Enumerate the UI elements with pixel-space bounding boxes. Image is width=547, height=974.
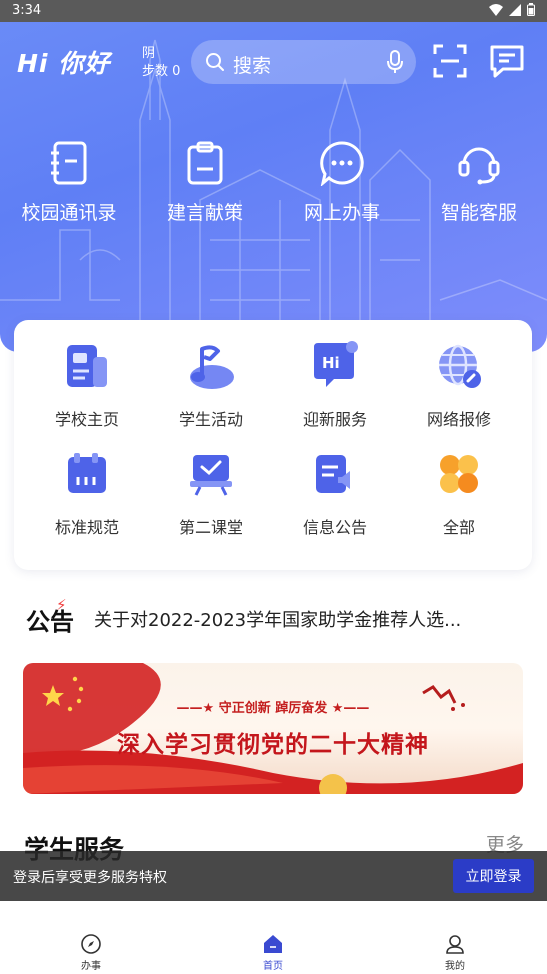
quick-action-label: 校园通讯录 <box>21 202 117 224</box>
announcement-icon <box>316 455 350 493</box>
lightning-icon: ⚡ <box>56 596 67 614</box>
search-placeholder: 搜索 <box>233 55 272 77</box>
service-announcement[interactable]: 信息公告 <box>273 446 397 538</box>
nav-label: 办事 <box>81 961 101 972</box>
service-network-repair[interactable]: 网络报修 <box>397 338 521 430</box>
welcome-service-icon: Hi <box>314 341 358 387</box>
scan-icon[interactable] <box>433 44 467 78</box>
service-welcome[interactable]: Hi 迎新服务 <box>273 338 397 430</box>
second-classroom-icon <box>190 455 232 496</box>
notice-badge-label: 公告 <box>26 608 74 636</box>
services-card: 学校主页 学生活动 Hi 迎新服务 网络报修 标准规范 第二课堂 信息公告 全部 <box>14 320 532 570</box>
nav-item-affairs[interactable]: 办事 <box>51 933 131 972</box>
notice-text[interactable]: 关于对2022-2023学年国家助学金推荐人选... <box>94 606 461 632</box>
quick-action-address-book[interactable]: 校园通讯录 <box>9 140 129 225</box>
service-label: 信息公告 <box>302 518 367 537</box>
weather-steps: 阴 步数 0 <box>142 45 180 81</box>
nav-label: 我的 <box>445 961 465 972</box>
login-button[interactable]: 立即登录 <box>453 859 534 893</box>
promo-banner[interactable]: ——★ 守正创新 踔厉奋发 ★—— 深入学习贯彻党的二十大精神 <box>23 663 523 794</box>
banner-subtitle: ——★ 守正创新 踔厉奋发 ★—— <box>176 701 370 716</box>
quick-action-online-affairs[interactable]: 网上办事 <box>282 140 402 225</box>
service-standards[interactable]: 标准规范 <box>25 446 149 538</box>
status-bar: 3:34 <box>0 0 547 22</box>
quick-action-label: 智能客服 <box>440 202 517 224</box>
home-icon <box>264 935 282 953</box>
all-apps-icon <box>440 455 478 493</box>
service-label: 标准规范 <box>54 518 119 537</box>
address-book-icon <box>51 141 87 185</box>
compass-icon <box>81 934 101 954</box>
wifi-icon <box>489 3 503 16</box>
bottom-navigation: 办事 首页 我的 <box>0 901 547 974</box>
battery-icon <box>527 3 535 16</box>
clipboard-icon <box>187 141 223 185</box>
student-activity-icon <box>190 345 234 389</box>
service-school-homepage[interactable]: 学校主页 <box>25 338 149 430</box>
profile-icon <box>446 935 464 954</box>
status-time: 3:34 <box>12 3 42 18</box>
service-label: 全部 <box>442 518 475 537</box>
greeting-text: Hi 你好 <box>17 49 111 78</box>
weather-label: 阴 <box>142 46 156 61</box>
school-homepage-icon <box>67 345 107 387</box>
notice-bar[interactable]: 公告 ⚡ 关于对2022-2023学年国家助学金推荐人选... <box>26 596 526 637</box>
service-label: 第二课堂 <box>178 518 243 537</box>
headset-icon <box>458 147 500 185</box>
message-icon[interactable] <box>489 44 525 78</box>
service-student-activity[interactable]: 学生活动 <box>149 338 273 430</box>
quick-action-customer-service[interactable]: 智能客服 <box>419 140 539 225</box>
standards-icon <box>68 453 106 493</box>
nav-item-profile[interactable]: 我的 <box>415 933 495 972</box>
chat-bubble-icon <box>320 141 364 186</box>
service-all[interactable]: 全部 <box>397 446 521 538</box>
service-label: 迎新服务 <box>302 410 367 429</box>
nav-label: 首页 <box>263 961 283 972</box>
signal-icon <box>509 3 521 16</box>
network-repair-icon <box>439 344 481 388</box>
svg-text:Hi: Hi <box>322 354 340 372</box>
quick-action-label: 网上办事 <box>303 202 380 224</box>
nav-item-home[interactable]: 首页 <box>233 933 313 972</box>
service-label: 学校主页 <box>54 410 119 429</box>
service-label: 网络报修 <box>426 410 491 429</box>
steps-label: 步数 0 <box>142 64 181 79</box>
login-prompt-text: 登录后享受更多服务特权 <box>13 870 167 886</box>
login-prompt-bar: 登录后享受更多服务特权 立即登录 <box>0 851 547 901</box>
status-icons <box>489 3 535 16</box>
search-icon <box>206 53 224 71</box>
quick-action-label: 建言献策 <box>166 202 243 224</box>
notice-badge: 公告 ⚡ <box>26 596 74 637</box>
quick-action-suggestions[interactable]: 建言献策 <box>145 140 265 225</box>
service-second-classroom[interactable]: 第二课堂 <box>149 446 273 538</box>
service-label: 学生活动 <box>178 410 243 429</box>
microphone-icon[interactable] <box>386 50 404 74</box>
search-input[interactable]: 搜索 <box>191 40 416 84</box>
banner-title: 深入学习贯彻党的二十大精神 <box>117 731 429 758</box>
